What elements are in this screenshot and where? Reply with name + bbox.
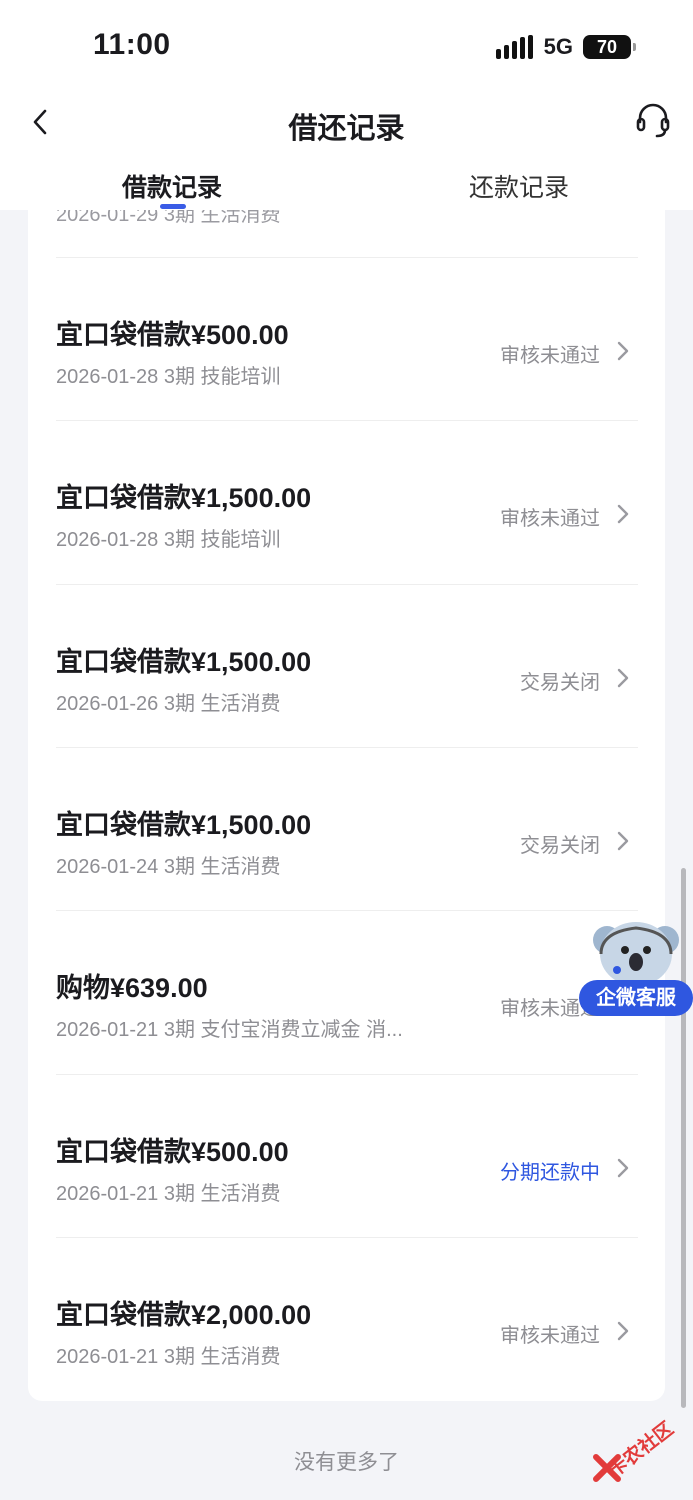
- record-row[interactable]: 宜口袋借款¥1,500.00 2026-01-26 3期 生活消费 交易关闭: [56, 583, 638, 747]
- row-divider: [56, 420, 638, 422]
- row-divider: [56, 583, 638, 585]
- koala-mascot-icon: [593, 922, 679, 986]
- battery-level: 70: [596, 36, 618, 57]
- record-status: 审核未通过: [500, 508, 600, 531]
- status-indicators: 5G 70: [495, 33, 636, 61]
- record-row[interactable]: 购物¥639.00 2026-01-21 3期 支付宝消费立减金 消... 审核未通…: [56, 910, 638, 1073]
- partial-row-subtitle: 2026-01-29 3期 生活消费: [56, 210, 281, 226]
- record-status: 分期还款中: [500, 1161, 600, 1184]
- record-row[interactable]: 宜口袋借款¥1,500.00 2026-01-24 3期 生活消费 交易关闭: [56, 746, 638, 910]
- record-subtitle: 2026-01-26 3期 生活消费: [56, 692, 281, 715]
- floating-service-label: 企微客服: [579, 980, 693, 1016]
- chevron-right-icon: [617, 1321, 629, 1340]
- battery-icon: 70: [583, 35, 636, 59]
- floating-service-button[interactable]: 企微客服: [579, 918, 693, 1018]
- record-title: 宜口袋借款¥500.00: [56, 1136, 289, 1167]
- record-subtitle: 2026-01-24 3期 生活消费: [56, 855, 281, 878]
- tab-bar: 借款记录 还款记录: [0, 162, 693, 210]
- row-divider: [56, 746, 638, 748]
- record-subtitle: 2026-01-21 3期 支付宝消费立减金 消...: [56, 1019, 403, 1042]
- record-status: 审核未通过: [500, 345, 600, 367]
- record-title: 购物¥639.00: [56, 973, 208, 1004]
- record-title: 宜口袋借款¥1,500.00: [56, 809, 312, 840]
- record-row[interactable]: 宜口袋借款¥2,000.00 2026-01-21 3期 生活消费 审核未通过: [56, 1236, 638, 1400]
- chevron-right-icon: [617, 341, 629, 361]
- record-row[interactable]: 宜口袋借款¥500.00 2026-01-28 3期 技能培训 审核未通过: [56, 257, 638, 420]
- network-type: 5G: [543, 34, 573, 59]
- record-subtitle: 2026-01-21 3期 生活消费: [56, 1182, 281, 1205]
- record-status: 交易关闭: [520, 671, 600, 694]
- record-title: 宜口袋借款¥1,500.00: [56, 483, 312, 514]
- active-tab-indicator: [160, 204, 186, 209]
- nav-bar: 借还记录 借款记录 还款记录: [0, 90, 693, 210]
- record-title: 宜口袋借款¥1,500.00: [56, 646, 312, 677]
- row-divider: [56, 1073, 638, 1075]
- tab-loan-records[interactable]: 借款记录: [122, 168, 222, 204]
- chevron-right-icon: [617, 831, 629, 851]
- record-subtitle: 2026-01-28 3期 技能培训: [56, 529, 281, 552]
- chevron-right-icon: [617, 505, 629, 524]
- record-subtitle: 2026-01-28 3期 技能培训: [56, 366, 281, 388]
- page-title: 借还记录: [288, 113, 405, 145]
- tab-repayment-records[interactable]: 还款记录: [469, 168, 569, 204]
- row-divider: [56, 257, 638, 258]
- row-divider: [56, 1236, 638, 1238]
- signal-icon: [495, 35, 534, 59]
- watermark-text: 卡农社区: [604, 1418, 678, 1482]
- record-row[interactable]: 宜口袋借款¥1,500.00 2026-01-28 3期 技能培训 审核未通过: [56, 420, 638, 583]
- chevron-right-icon: [617, 1158, 629, 1177]
- record-row[interactable]: 宜口袋借款¥500.00 2026-01-21 3期 生活消费 分期还款中: [56, 1073, 638, 1237]
- watermark-logo: 卡农社区: [588, 1405, 688, 1485]
- record-title: 宜口袋借款¥2,000.00: [56, 1299, 312, 1330]
- record-status: 交易关闭: [520, 834, 600, 857]
- status-time: 11:00: [93, 28, 171, 61]
- status-bar: 11:00 5G 70: [0, 0, 693, 90]
- chevron-right-icon: [617, 668, 629, 687]
- record-list: 2026-01-29 3期 生活消费 宜口袋借款¥500.00 2026-01-2…: [28, 210, 665, 1401]
- record-subtitle: 2026-01-21 3期 生活消费: [56, 1345, 281, 1368]
- record-status: 审核未通过: [500, 1324, 600, 1347]
- row-divider: [56, 910, 638, 912]
- record-title: 宜口袋借款¥500.00: [56, 320, 289, 350]
- headset-icon[interactable]: [635, 102, 671, 140]
